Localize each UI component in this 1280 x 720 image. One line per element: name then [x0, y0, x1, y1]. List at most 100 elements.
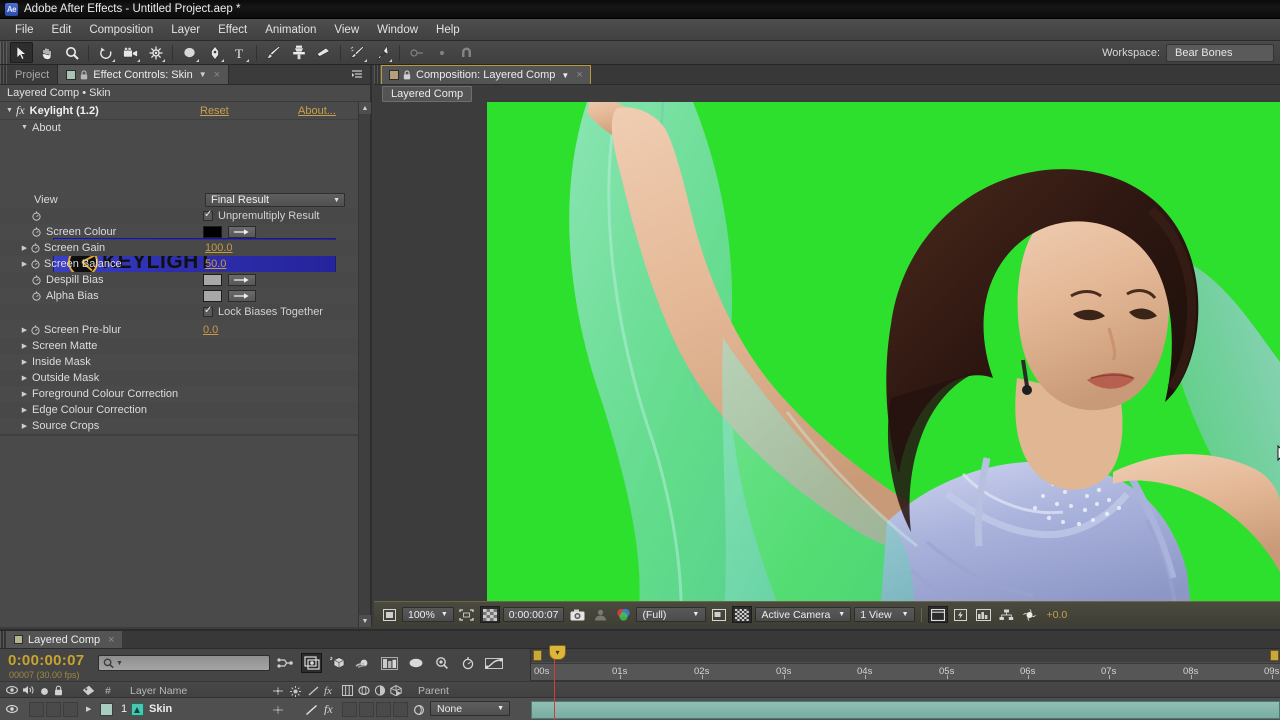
auto-keyframe-icon[interactable] [457, 653, 478, 673]
chevron-down-icon[interactable]: ▼ [561, 71, 569, 80]
eyedropper-icon[interactable] [228, 290, 256, 302]
property-row-screen-balance[interactable]: ▶ Screen Balance 50.0 [0, 256, 358, 272]
column-header-layer-name[interactable]: Layer Name [130, 685, 187, 697]
scroll-down-icon[interactable]: ▼ [359, 615, 371, 627]
zoom-level-dropdown[interactable]: 100% ▼ [402, 607, 454, 622]
reset-link[interactable]: Reset [200, 105, 229, 117]
close-icon[interactable]: × [214, 69, 220, 81]
about-link[interactable]: About... [298, 105, 336, 117]
toggle-transparency-grid-icon[interactable] [732, 606, 752, 623]
solo-icon[interactable] [40, 687, 49, 696]
property-row-alpha-bias[interactable]: Alpha Bias [0, 288, 358, 304]
panel-grip[interactable] [0, 631, 7, 648]
video-eye-icon[interactable] [6, 685, 18, 695]
layer-duration-bar[interactable] [531, 701, 1280, 719]
take-snapshot-icon[interactable] [567, 606, 587, 623]
parent-pickwhip-icon[interactable] [413, 704, 426, 716]
layer-fx-switch-icon[interactable]: fx [324, 702, 338, 715]
work-area-end-handle[interactable] [1270, 650, 1279, 661]
screen-balance-value[interactable]: 50.0 [205, 258, 226, 270]
stopwatch-icon[interactable] [29, 243, 42, 253]
screen-gain-twirl-icon[interactable]: ▶ [20, 244, 29, 252]
menu-edit[interactable]: Edit [43, 22, 81, 38]
shy-layers-icon[interactable] [275, 653, 296, 673]
puppet-pin-tool[interactable] [371, 42, 394, 63]
show-snapshot-icon[interactable] [590, 606, 610, 623]
graph-editor-icon[interactable] [379, 653, 400, 673]
work-area-start-handle[interactable] [533, 650, 542, 661]
pan-behind-tool[interactable] [144, 42, 167, 63]
group-twirl-icon[interactable]: ▶ [20, 342, 29, 350]
parent-dropdown[interactable]: None ▼ [430, 701, 510, 716]
group-twirl-icon[interactable]: ▶ [20, 374, 29, 382]
hand-tool[interactable] [35, 42, 58, 63]
tab-composition[interactable]: Composition: Layered Comp ▼ × [381, 65, 591, 84]
lock-icon[interactable] [54, 685, 63, 696]
layer-position-switch-icon[interactable] [272, 705, 284, 715]
menu-file[interactable]: File [6, 22, 43, 38]
layer-audio-cell[interactable] [29, 702, 44, 717]
workspace-value[interactable]: Bear Bones [1166, 44, 1274, 62]
orbit-camera-tool[interactable] [94, 42, 117, 63]
group-twirl-icon[interactable]: ▶ [20, 422, 29, 430]
property-row-lock-biases[interactable]: Lock Biases Together [0, 304, 358, 320]
transparency-grid-icon[interactable] [480, 606, 500, 623]
view-dropdown[interactable]: Final Result ▼ [205, 193, 345, 207]
stopwatch-icon[interactable] [29, 325, 42, 335]
roto-brush-tool[interactable] [346, 42, 369, 63]
tab-effect-controls[interactable]: Effect Controls: Skin ▼ × [58, 65, 229, 84]
column-header-parent[interactable]: Parent [418, 685, 449, 697]
screen-preblur-value[interactable]: 0.0 [203, 324, 218, 336]
stopwatch-icon[interactable] [30, 211, 43, 221]
composition-stage[interactable] [487, 102, 1280, 601]
panel-grip[interactable] [0, 65, 7, 84]
alpha-bias-swatch[interactable] [203, 290, 222, 302]
layer-label-color[interactable] [100, 703, 113, 716]
search-chevron-icon[interactable]: ▼ [116, 660, 123, 667]
search-field[interactable] [126, 657, 266, 669]
motion-blur-icon[interactable] [353, 653, 374, 673]
despill-bias-swatch[interactable] [203, 274, 222, 286]
layer-solo-cell[interactable] [46, 702, 61, 717]
screen-colour-swatch[interactable] [203, 226, 222, 238]
stopwatch-icon[interactable] [30, 275, 43, 285]
composition-viewer[interactable] [374, 102, 1280, 601]
layer-switch-cell-1[interactable] [342, 702, 357, 717]
column-header-number[interactable]: # [105, 685, 111, 697]
panel-grip[interactable] [374, 65, 381, 84]
close-icon[interactable]: × [576, 69, 582, 81]
camera-tool[interactable] [119, 42, 142, 63]
group-row-source-crops[interactable]: ▶ Source Crops [0, 418, 358, 434]
stopwatch-icon[interactable] [29, 259, 42, 269]
unpremultiply-checkbox[interactable]: Unpremultiply Result [203, 210, 319, 222]
layer-switch-cell-3[interactable] [376, 702, 391, 717]
close-icon[interactable]: × [108, 634, 114, 646]
selection-tool[interactable] [10, 42, 33, 63]
motion-blur-switch-icon[interactable] [405, 653, 426, 673]
timeline-ruler[interactable]: 00s 01s 02s 03s 04s 05s 06s 07s 08s 09s [530, 649, 1280, 681]
lock-icon[interactable] [403, 70, 411, 80]
composition-breadcrumb[interactable]: Layered Comp [382, 86, 472, 102]
group-twirl-icon[interactable]: ▶ [20, 390, 29, 398]
eyedropper-icon[interactable] [228, 274, 256, 286]
menu-animation[interactable]: Animation [256, 22, 325, 38]
layer-quality-switch-icon[interactable] [305, 704, 318, 716]
snapping-toggle[interactable] [430, 42, 453, 63]
region-of-interest-icon[interactable] [709, 606, 729, 623]
resolution-dropdown[interactable]: (Full) ▼ [636, 607, 706, 622]
exposure-value[interactable]: +0.0 [1047, 609, 1068, 621]
exposure-icon[interactable] [1020, 606, 1040, 623]
group-row-inside-mask[interactable]: ▶ Inside Mask [0, 354, 358, 370]
group-row-edge-colour-correction[interactable]: ▶ Edge Colour Correction [0, 402, 358, 418]
property-row-unpremultiply[interactable]: Unpremultiply Result [0, 208, 358, 224]
current-time-indicator-head[interactable]: ▾ [549, 645, 566, 660]
about-group-row[interactable]: ▼ About [0, 120, 358, 135]
comp-flowchart-icon[interactable] [997, 606, 1017, 623]
graph-curve-icon[interactable] [483, 653, 504, 673]
group-row-foreground-colour-correction[interactable]: ▶ Foreground Colour Correction [0, 386, 358, 402]
text-tool[interactable]: T [228, 42, 251, 63]
tab-project[interactable]: Project [7, 65, 58, 84]
stopwatch-icon[interactable] [30, 291, 43, 301]
magnet-icon[interactable] [455, 42, 478, 63]
group-twirl-icon[interactable]: ▶ [20, 358, 29, 366]
